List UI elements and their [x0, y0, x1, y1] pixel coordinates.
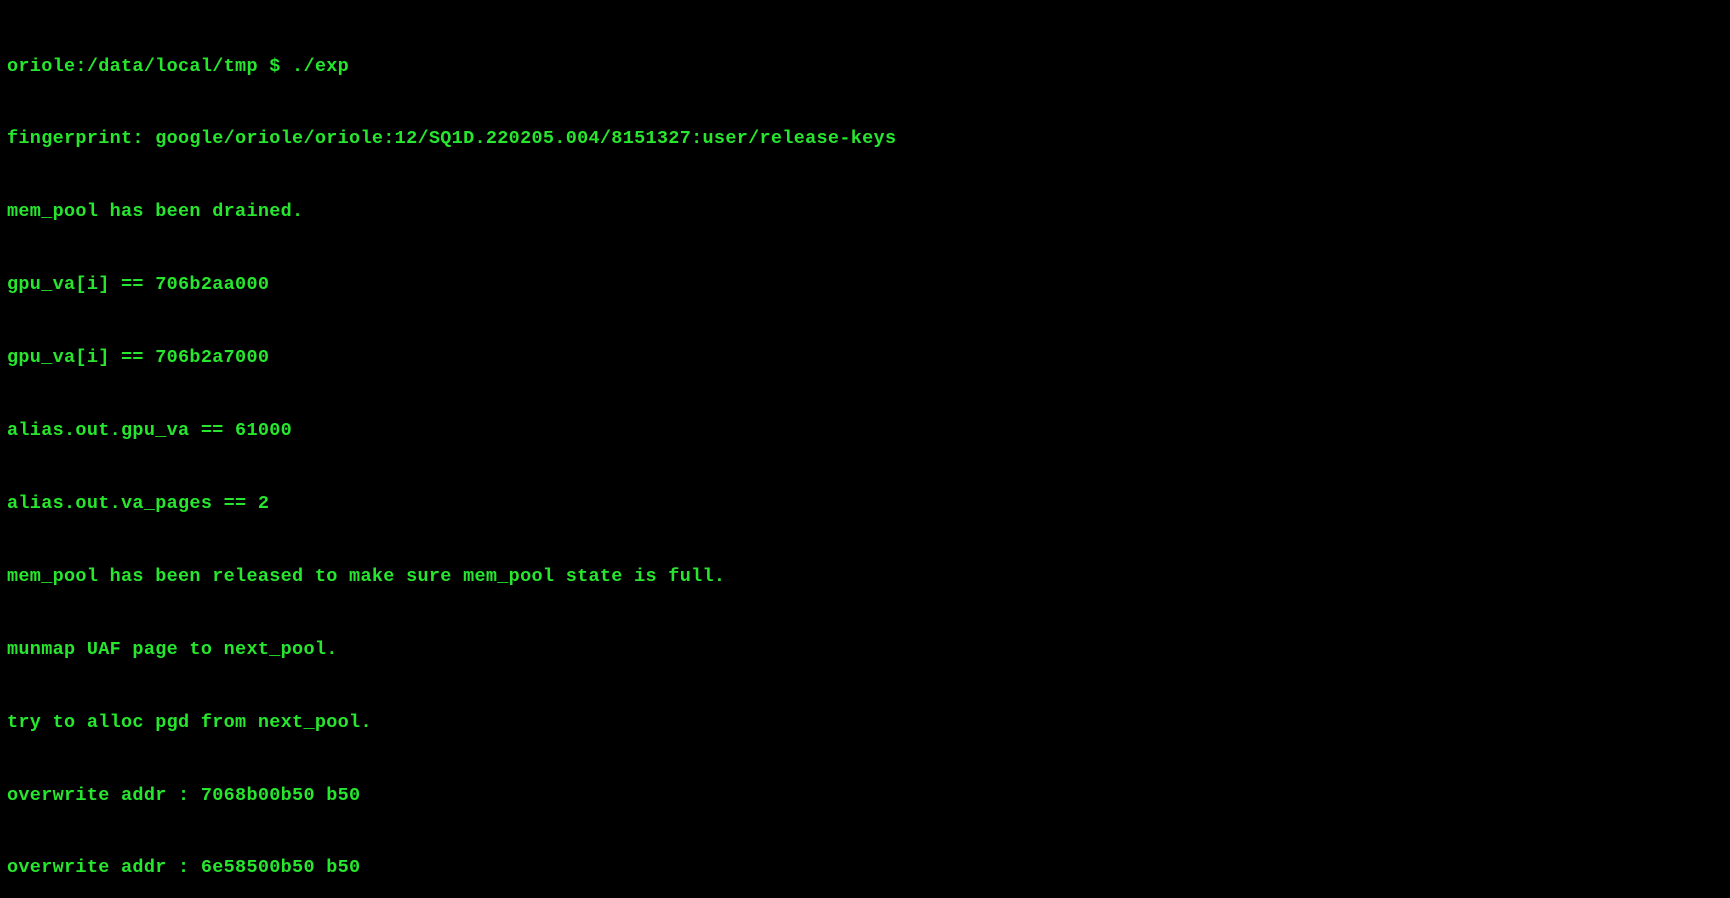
terminal-line: mem_pool has been released to make sure …	[7, 565, 1723, 589]
terminal-line: gpu_va[i] == 706b2aa000	[7, 273, 1723, 297]
terminal-line: gpu_va[i] == 706b2a7000	[7, 346, 1723, 370]
terminal-line: alias.out.gpu_va == 61000	[7, 419, 1723, 443]
terminal-line: try to alloc pgd from next_pool.	[7, 711, 1723, 735]
terminal-line: overwrite addr : 6e58500b50 b50	[7, 856, 1723, 880]
terminal-line: fingerprint: google/oriole/oriole:12/SQ1…	[7, 127, 1723, 151]
terminal-line: alias.out.va_pages == 2	[7, 492, 1723, 516]
terminal-window[interactable]: oriole:/data/local/tmp $ ./exp fingerpri…	[0, 0, 1730, 898]
terminal-line: mem_pool has been drained.	[7, 200, 1723, 224]
terminal-line: munmap UAF page to next_pool.	[7, 638, 1723, 662]
terminal-line: overwrite addr : 7068b00b50 b50	[7, 784, 1723, 808]
terminal-line: oriole:/data/local/tmp $ ./exp	[7, 55, 1723, 79]
